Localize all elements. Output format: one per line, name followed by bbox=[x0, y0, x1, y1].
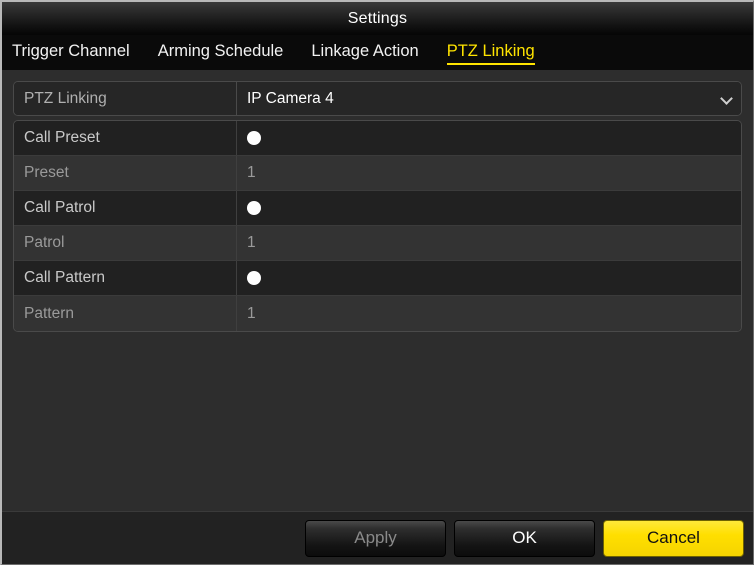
preset-value[interactable]: 1 bbox=[237, 156, 741, 190]
apply-button[interactable]: Apply bbox=[305, 519, 446, 557]
ok-button[interactable]: OK bbox=[454, 519, 595, 557]
preset-label: Preset bbox=[14, 156, 237, 190]
ptz-property-table: Call Preset Preset 1 Call Patrol Patrol … bbox=[13, 120, 742, 332]
patrol-value[interactable]: 1 bbox=[237, 226, 741, 260]
chevron-down-icon bbox=[721, 93, 733, 105]
pattern-label: Pattern bbox=[14, 296, 237, 331]
ptz-linking-selected-value: IP Camera 4 bbox=[247, 89, 334, 107]
cancel-button[interactable]: Cancel bbox=[603, 519, 744, 557]
tab-bar: Trigger Channel Arming Schedule Linkage … bbox=[2, 35, 753, 70]
dialog-footer: Apply OK Cancel bbox=[2, 511, 753, 564]
dialog-title: Settings bbox=[347, 9, 408, 27]
dialog-titlebar: Settings bbox=[2, 2, 753, 35]
call-pattern-value bbox=[237, 261, 741, 295]
table-row: Preset 1 bbox=[14, 156, 741, 191]
call-pattern-label: Call Pattern bbox=[14, 261, 237, 295]
tab-trigger-channel[interactable]: Trigger Channel bbox=[12, 41, 130, 65]
call-preset-label: Call Preset bbox=[14, 121, 237, 155]
table-row: Pattern 1 bbox=[14, 296, 741, 331]
table-row: Call Preset bbox=[14, 121, 741, 156]
call-preset-radio[interactable] bbox=[247, 131, 261, 145]
call-pattern-radio[interactable] bbox=[247, 271, 261, 285]
tab-arming-schedule[interactable]: Arming Schedule bbox=[158, 41, 284, 65]
call-preset-value bbox=[237, 121, 741, 155]
table-row: Patrol 1 bbox=[14, 226, 741, 261]
call-patrol-value bbox=[237, 191, 741, 225]
ptz-linking-select[interactable]: IP Camera 4 bbox=[237, 82, 741, 115]
tab-ptz-linking[interactable]: PTZ Linking bbox=[446, 41, 535, 65]
dialog-content: PTZ Linking IP Camera 4 Call Preset Pres… bbox=[2, 70, 753, 511]
settings-dialog: Settings Trigger Channel Arming Schedule… bbox=[0, 0, 754, 565]
tab-linkage-action[interactable]: Linkage Action bbox=[311, 41, 418, 65]
ptz-linking-select-row: PTZ Linking IP Camera 4 bbox=[13, 81, 742, 116]
table-row: Call Patrol bbox=[14, 191, 741, 226]
patrol-label: Patrol bbox=[14, 226, 237, 260]
ptz-linking-label: PTZ Linking bbox=[14, 82, 237, 115]
pattern-value[interactable]: 1 bbox=[237, 296, 741, 331]
table-row: Call Pattern bbox=[14, 261, 741, 296]
call-patrol-label: Call Patrol bbox=[14, 191, 237, 225]
call-patrol-radio[interactable] bbox=[247, 201, 261, 215]
